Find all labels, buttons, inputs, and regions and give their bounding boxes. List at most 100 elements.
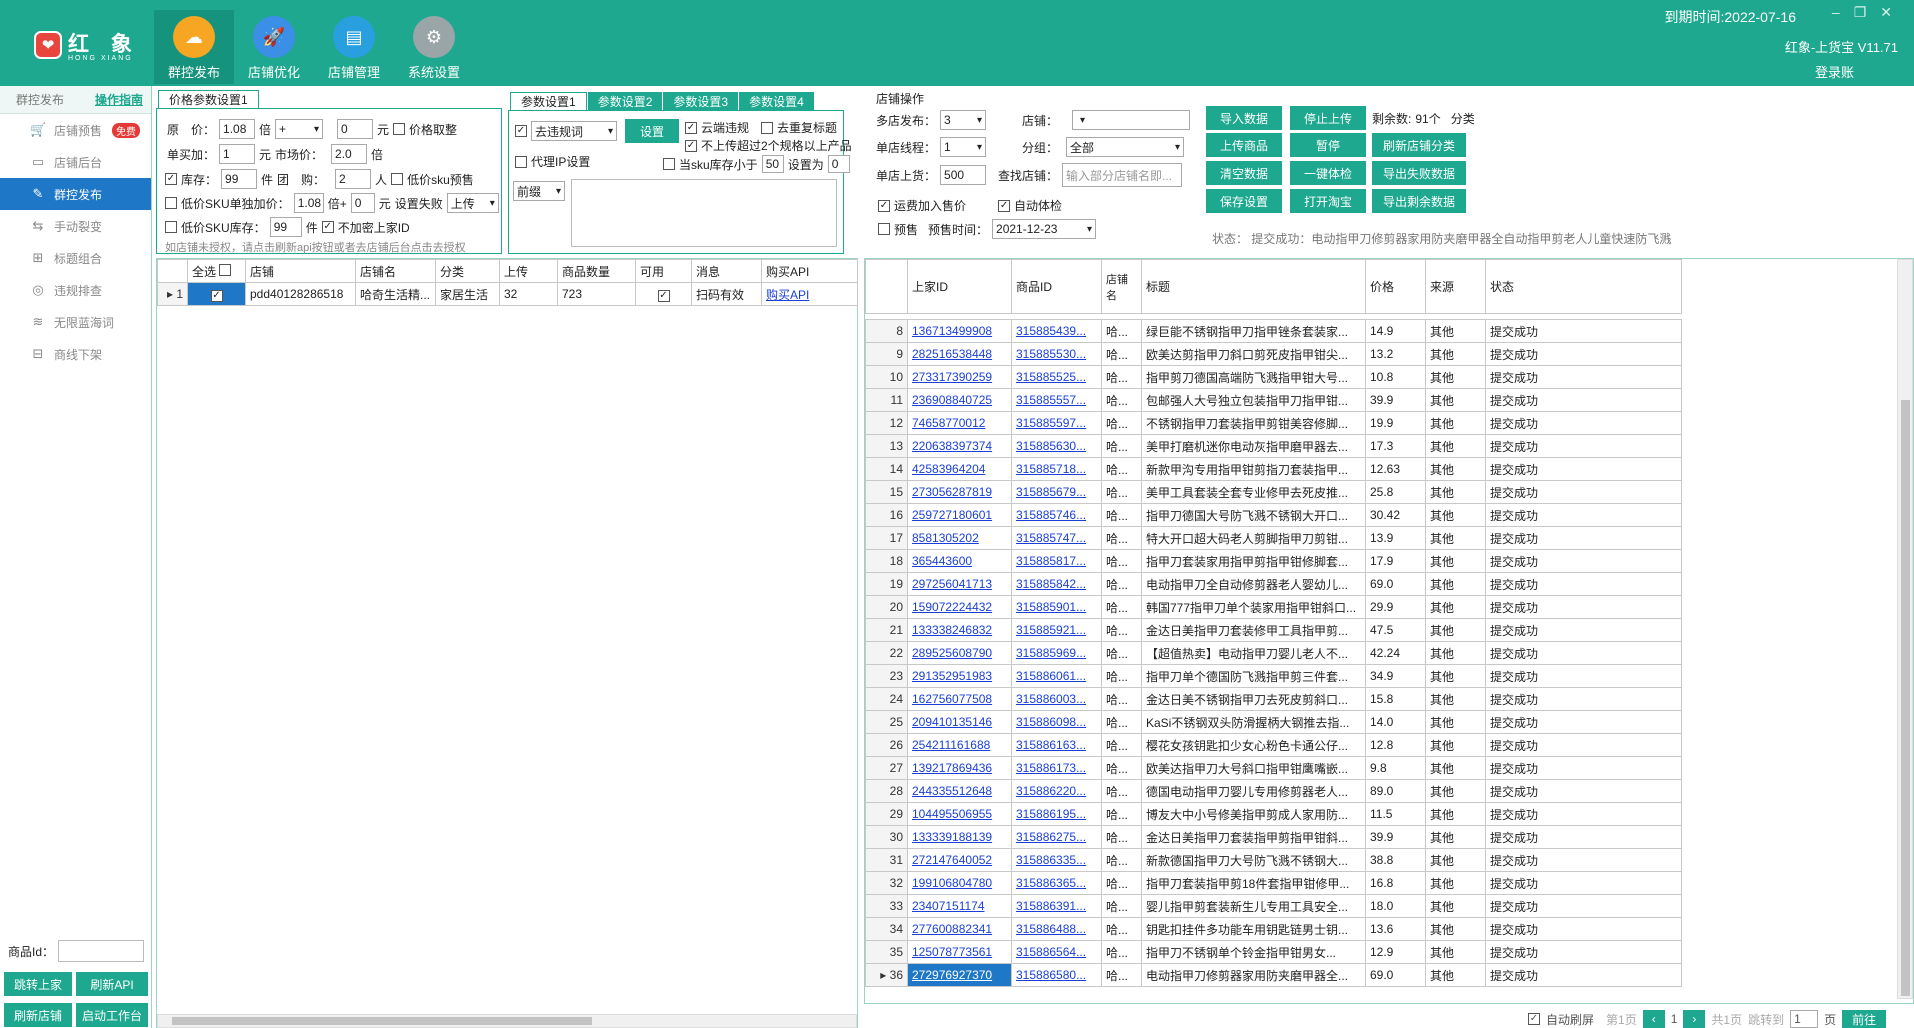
upstream-id-cell-text[interactable]: 259727180601: [912, 508, 992, 522]
buy-api-cell[interactable]: 购买API: [761, 282, 858, 306]
sidebar-item-offline[interactable]: ⊟ 商线下架: [0, 338, 151, 370]
upstream-id-cell[interactable]: 104495506955: [907, 802, 1012, 826]
tab-params-3[interactable]: 参数设置3: [663, 92, 739, 110]
table-row[interactable]: 16 259727180601 315885746... 哈... 指甲刀德国大号防飞溅…: [865, 503, 1682, 527]
tab-price-params-1[interactable]: 价格参数设置1: [158, 90, 259, 108]
upstream-id-cell[interactable]: 273056287819: [907, 480, 1012, 504]
table-row[interactable]: 13 220638397374 315885630... 哈... 美甲打磨机迷你电动灰…: [865, 434, 1682, 458]
no-multi-spec-checkbox[interactable]: ✓: [685, 139, 697, 152]
scrollbar-thumb[interactable]: [1901, 400, 1910, 996]
export-remaining-button[interactable]: 导出剩余数据: [1372, 189, 1466, 213]
prefix-textarea[interactable]: [571, 179, 837, 247]
product-id-cell-text[interactable]: 315885439...: [1016, 324, 1086, 338]
product-id-cell[interactable]: 315885597...: [1011, 411, 1102, 435]
product-id-cell-text[interactable]: 315886275...: [1016, 830, 1086, 844]
sku-stock-checkbox[interactable]: [663, 158, 675, 170]
product-id-cell[interactable]: 315886580...: [1011, 963, 1102, 987]
go-page-button[interactable]: 前往: [1842, 1010, 1887, 1028]
upstream-id-cell-text[interactable]: 133339188139: [912, 830, 992, 844]
available-checkbox[interactable]: ✓: [657, 289, 670, 302]
product-id-cell-text[interactable]: 315885747...: [1016, 531, 1086, 545]
thread-select[interactable]: 1: [940, 137, 987, 157]
product-id-cell[interactable]: 315886173...: [1011, 756, 1102, 780]
upstream-id-cell-text[interactable]: 273317390259: [912, 370, 992, 384]
product-id-input[interactable]: [58, 940, 145, 962]
upstream-id-cell-text[interactable]: 273056287819: [912, 485, 992, 499]
group-select[interactable]: 全部: [1066, 137, 1185, 157]
table-row[interactable]: 20 159072224432 315885901... 哈... 韩国777指甲刀单个…: [865, 595, 1682, 619]
upstream-id-cell[interactable]: 297256041713: [907, 572, 1012, 596]
upstream-id-cell[interactable]: 162756077508: [907, 687, 1012, 711]
window-controls[interactable]: –❐✕: [1832, 4, 1906, 21]
product-id-cell[interactable]: 315886335...: [1011, 848, 1102, 872]
product-id-cell-text[interactable]: 315886163...: [1016, 738, 1086, 752]
jump-page-input[interactable]: 1: [1790, 1010, 1819, 1028]
table-row[interactable]: 28 244335512648 315886220... 哈... 德国电动指甲刀婴儿专…: [865, 779, 1682, 803]
presale-checkbox[interactable]: [878, 223, 890, 235]
table-row[interactable]: 17 8581305202 315885747... 哈... 特大开口超大码老人剪脚指…: [865, 526, 1682, 550]
product-id-cell-text[interactable]: 315885679...: [1016, 485, 1086, 499]
nav-shop-optimize[interactable]: 🚀 店铺优化: [234, 10, 314, 84]
single-buy-input[interactable]: 1: [219, 144, 256, 164]
select-all-checkbox[interactable]: [219, 263, 232, 276]
product-id-cell-text[interactable]: 315886220...: [1016, 784, 1086, 798]
upstream-id-cell-text[interactable]: 133338246832: [912, 623, 992, 637]
upstream-id-cell-text[interactable]: 282516538448: [912, 347, 992, 361]
low-sku-presale-checkbox[interactable]: [391, 173, 404, 185]
available-cell[interactable]: ✓: [635, 282, 692, 306]
table-row[interactable]: 31 272147640052 315886335... 哈... 新款德国指甲刀大号防…: [865, 848, 1682, 872]
product-id-cell[interactable]: 315886163...: [1011, 733, 1102, 757]
find-shop-input[interactable]: 输入部分店铺名即...: [1062, 163, 1183, 187]
stop-upload-button[interactable]: 停止上传: [1290, 106, 1366, 130]
product-id-cell-text[interactable]: 315886488...: [1016, 922, 1086, 936]
product-id-cell-text[interactable]: 315886003...: [1016, 692, 1086, 706]
nav-system-settings[interactable]: ⚙ 系统设置: [394, 10, 474, 84]
tab-params-2[interactable]: 参数设置2: [587, 92, 663, 110]
clear-data-button[interactable]: 清空数据: [1206, 161, 1282, 185]
sidebar-item-presale[interactable]: 🛒 店铺预售 免费: [0, 114, 151, 146]
violation-rule-checkbox[interactable]: ✓: [515, 125, 527, 137]
stock-input[interactable]: 99: [221, 169, 258, 189]
horizontal-scrollbar[interactable]: [157, 1014, 857, 1028]
buy-api-link[interactable]: 购买API: [766, 288, 809, 302]
pause-button[interactable]: 暂停: [1290, 133, 1366, 157]
save-settings-button[interactable]: 保存设置: [1206, 189, 1282, 213]
product-id-cell[interactable]: 315886488...: [1011, 917, 1102, 941]
upstream-id-cell-text[interactable]: 104495506955: [912, 807, 992, 821]
table-row[interactable]: 15 273056287819 315885679... 哈... 美甲工具套装全套专业…: [865, 480, 1682, 504]
sku-threshold-input[interactable]: 50: [761, 155, 784, 173]
table-row[interactable]: 21 133338246832 315885921... 哈... 金达日美指甲刀套装修…: [865, 618, 1682, 642]
upstream-id-cell-text[interactable]: 74658770012: [912, 416, 985, 430]
upstream-id-cell[interactable]: 272147640052: [907, 848, 1012, 872]
product-id-cell-text[interactable]: 315886061...: [1016, 669, 1086, 683]
product-id-cell[interactable]: 315885842...: [1011, 572, 1102, 596]
price-operator-select[interactable]: +: [275, 119, 324, 139]
upstream-id-cell[interactable]: 273317390259: [907, 365, 1012, 389]
product-id-cell[interactable]: 315885817...: [1011, 549, 1102, 573]
next-page-button[interactable]: ›: [1683, 1010, 1706, 1028]
one-click-check-button[interactable]: 一键体检: [1290, 161, 1366, 185]
low-sku-stock-input[interactable]: 99: [269, 217, 302, 237]
refresh-shop-button[interactable]: 刷新店铺: [4, 1003, 72, 1027]
table-row[interactable]: 29 104495506955 315886195... 哈... 博友大中小号修美指甲…: [865, 802, 1682, 826]
stock-checkbox[interactable]: ✓: [165, 173, 177, 185]
product-id-cell-text[interactable]: 315885597...: [1016, 416, 1086, 430]
upstream-id-cell[interactable]: 289525608790: [907, 641, 1012, 665]
table-row[interactable]: ▸ 1 ✓ pdd40128286518 哈奇生活精... 家居生活 32 723 ✓ 扫码有效…: [157, 282, 858, 306]
upstream-id-cell[interactable]: 291352951983: [907, 664, 1012, 688]
export-failed-button[interactable]: 导出失败数据: [1372, 161, 1466, 185]
upstream-id-cell-text[interactable]: 125078773561: [912, 945, 992, 959]
product-id-cell-text[interactable]: 315885842...: [1016, 577, 1086, 591]
upstream-id-cell[interactable]: 199106804780: [907, 871, 1012, 895]
product-id-cell-text[interactable]: 315885530...: [1016, 347, 1086, 361]
dedupe-title-checkbox[interactable]: [761, 121, 774, 134]
presale-date-picker[interactable]: 2021-12-23: [992, 219, 1097, 239]
freight-checkbox[interactable]: ✓: [878, 199, 890, 212]
fail-action-select[interactable]: 上传: [446, 193, 499, 213]
upstream-id-cell[interactable]: 259727180601: [907, 503, 1012, 527]
upstream-id-cell[interactable]: 136713499908: [907, 319, 1012, 343]
product-id-cell[interactable]: 315886391...: [1011, 894, 1102, 918]
upstream-id-cell[interactable]: 8581305202: [907, 526, 1012, 550]
table-row[interactable]: 12 74658770012 315885597... 哈... 不锈钢指甲刀套装指甲剪…: [865, 411, 1682, 435]
vertical-scrollbar[interactable]: [1897, 259, 1913, 999]
